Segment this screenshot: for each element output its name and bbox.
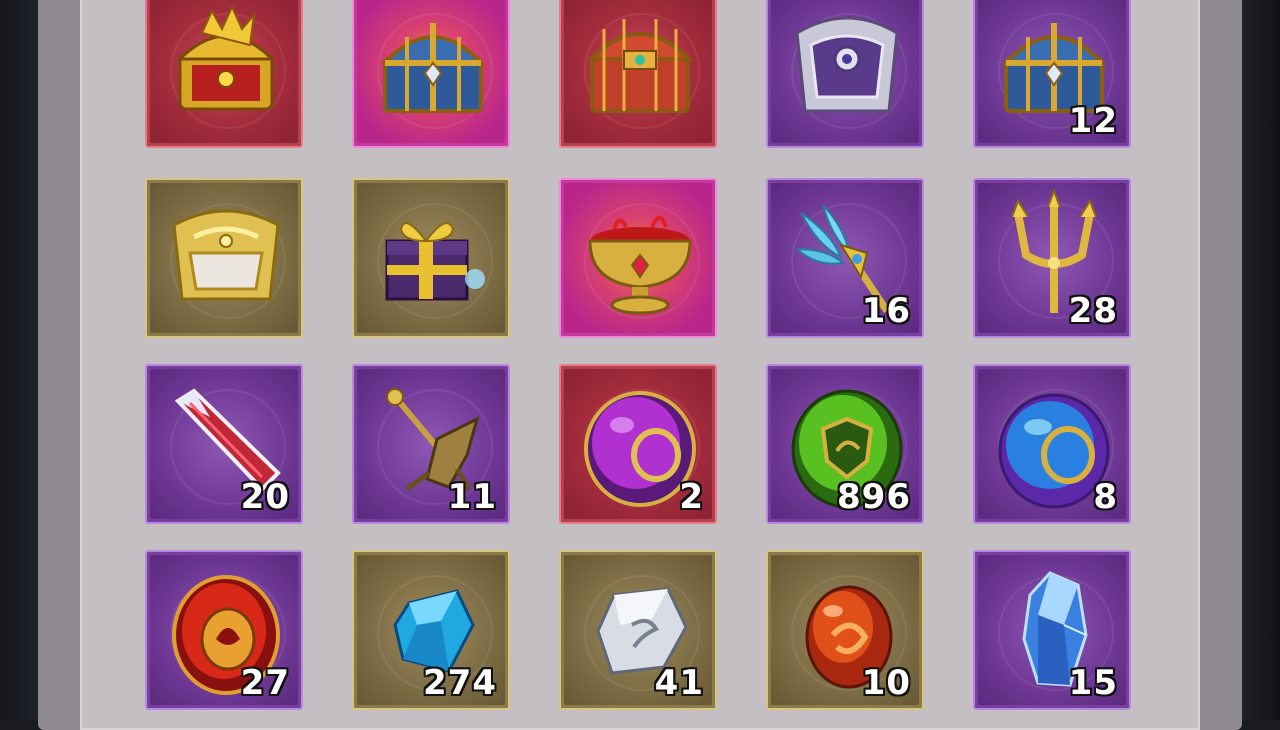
item-quantity: 12 [1068,101,1118,141]
item-quantity: 8 [1093,477,1118,517]
slot-background: 274 [357,555,505,705]
inventory-slot[interactable]: 11 [352,364,510,524]
silver-chest-icon [795,16,899,113]
chalice-icon [588,216,692,315]
slot-background [771,0,919,143]
slot-background [357,183,505,333]
inventory-slot[interactable] [145,0,303,148]
inventory-slot[interactable]: 27 [145,550,303,710]
slot-background: 10 [771,555,919,705]
inventory-slot[interactable]: 8 [973,364,1131,524]
slot-background [564,183,712,333]
inventory-slot[interactable] [352,0,510,148]
slot-background: 15 [978,555,1126,705]
inventory-slot[interactable]: 16 [766,178,924,338]
item-quantity: 274 [423,663,497,703]
item-quantity: 2 [679,477,704,517]
item-quantity: 11 [447,477,497,517]
item-quantity: 896 [837,477,911,517]
slot-background: 28 [978,183,1126,333]
inventory-slot[interactable]: 41 [559,550,717,710]
inventory-slot[interactable]: 12 [973,0,1131,148]
inventory-slot[interactable] [559,0,717,148]
inventory-slot[interactable]: 10 [766,550,924,710]
crimson-chest-icon [587,19,693,113]
inventory-slot[interactable] [352,178,510,338]
dragon-chest-icon [176,4,276,111]
slot-background [150,183,298,333]
item-quantity: 15 [1068,663,1118,703]
item-quantity: 20 [240,477,290,517]
gift-box-icon [385,222,485,301]
inventory-slot[interactable] [145,178,303,338]
inventory-slot[interactable]: 274 [352,550,510,710]
inventory-slot[interactable]: 20 [145,364,303,524]
inventory-slot[interactable]: 15 [973,550,1131,710]
slot-background [564,0,712,143]
slot-background: 41 [564,555,712,705]
slot-background: 20 [150,369,298,519]
slot-background: 16 [771,183,919,333]
inventory-slot[interactable] [766,0,924,148]
item-quantity: 16 [861,291,911,331]
item-quantity: 28 [1068,291,1118,331]
sapphire-chest-icon [380,23,486,113]
inventory-slot[interactable]: 28 [973,178,1131,338]
slot-background: 2 [564,369,712,519]
item-quantity: 27 [240,663,290,703]
slot-background: 27 [150,555,298,705]
inventory-slot[interactable]: 896 [766,364,924,524]
slot-background: 11 [357,369,505,519]
slot-background: 8 [978,369,1126,519]
slot-background: 896 [771,369,919,519]
slot-background: 12 [978,0,1126,143]
inventory-slot[interactable]: 2 [559,364,717,524]
slot-background [357,0,505,143]
item-quantity: 41 [654,663,704,703]
item-quantity: 10 [861,663,911,703]
golden-chest-icon [172,209,280,301]
inventory-slot[interactable] [559,178,717,338]
slot-background [150,0,298,143]
